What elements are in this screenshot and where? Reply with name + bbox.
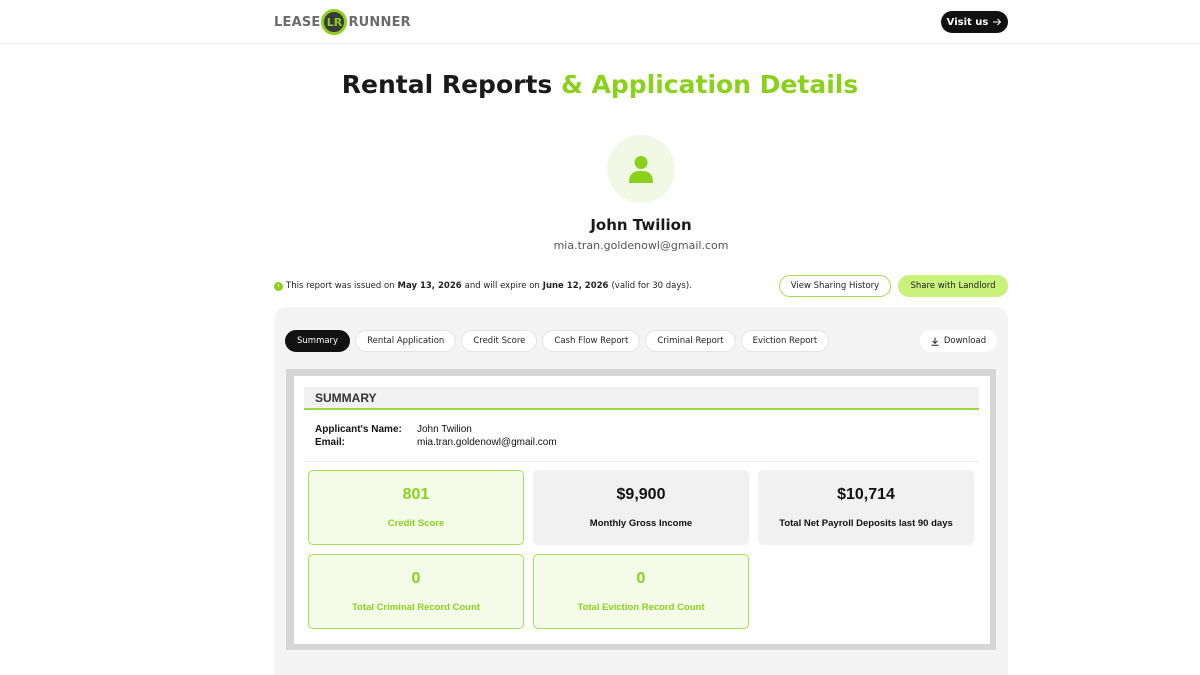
summary-document[interactable]: SUMMARY Applicant's Name: John Twilion E… (294, 376, 990, 644)
report-validity-notice: This report was issued on May 13, 2026 a… (274, 281, 692, 291)
download-button[interactable]: Download (920, 330, 997, 352)
criminal-record-caption: Total Criminal Record Count (351, 602, 481, 613)
email-label: Email: (315, 437, 346, 448)
tab-cash-flow-report[interactable]: Cash Flow Report (542, 330, 641, 352)
page-title-main: Rental Reports (341, 70, 553, 99)
criminal-record-value: 0 (411, 570, 421, 587)
logo-text-left: LEASE (274, 14, 321, 30)
applicant-email: mia.tran.goldenowl@gmail.com (553, 239, 729, 252)
criminal-record-card: 0 Total Criminal Record Count (308, 554, 524, 629)
tab-rental-application[interactable]: Rental Application (355, 330, 457, 352)
report-tabs: Summary Rental Application Credit Score … (285, 330, 830, 352)
logo-text-right: RUNNER (348, 14, 411, 30)
credit-score-value: 801 (402, 486, 430, 503)
page-title: Rental Reports & Application Details (0, 70, 1200, 99)
issued-date: May 13, 2026 (397, 281, 462, 291)
tab-eviction-report[interactable]: Eviction Report (740, 330, 830, 352)
notice-middle: and will expire on (464, 281, 540, 291)
visit-us-label: Visit us (946, 16, 989, 28)
logo-mark-icon: LR (321, 9, 348, 35)
monthly-income-card: $9,900 Monthly Gross Income (533, 470, 749, 545)
applicant-name-label: Applicant's Name: (315, 424, 402, 435)
view-sharing-history-button[interactable]: View Sharing History (779, 275, 891, 297)
monthly-income-value: $9,900 (616, 486, 666, 503)
summary-heading: SUMMARY (304, 387, 979, 410)
avatar (607, 135, 675, 203)
download-label: Download (943, 336, 987, 346)
visit-us-button[interactable]: Visit us (941, 11, 1008, 33)
top-header: LEASE LR RUNNER Visit us (0, 0, 1200, 44)
monthly-income-caption: Monthly Gross Income (589, 518, 693, 529)
credit-score-caption: Credit Score (387, 518, 445, 529)
payroll-deposits-caption: Total Net Payroll Deposits last 90 days (779, 518, 953, 529)
tab-credit-score[interactable]: Credit Score (461, 330, 538, 352)
eviction-record-value: 0 (636, 570, 646, 587)
credit-score-card: 801 Credit Score (308, 470, 524, 545)
expiry-date: June 12, 2026 (542, 281, 609, 291)
share-with-landlord-button[interactable]: Share with Landlord (898, 275, 1008, 297)
email-value: mia.tran.goldenowl@gmail.com (417, 437, 557, 448)
eviction-record-card: 0 Total Eviction Record Count (533, 554, 749, 629)
page-title-accent: & Application Details (561, 70, 859, 99)
download-icon (931, 337, 939, 346)
eviction-record-caption: Total Eviction Record Count (577, 602, 705, 613)
lease-runner-logo[interactable]: LEASE LR RUNNER (274, 9, 411, 35)
arrow-right-icon (993, 18, 1002, 26)
applicant-name-value: John Twilion (417, 424, 472, 435)
tab-criminal-report[interactable]: Criminal Report (645, 330, 736, 352)
applicant-name: John Twilion (590, 216, 692, 234)
summary-divider (304, 461, 979, 462)
notice-prefix: This report was issued on (286, 281, 395, 291)
payroll-deposits-card: $10,714 Total Net Payroll Deposits last … (758, 470, 974, 545)
tab-summary[interactable]: Summary (285, 330, 351, 352)
payroll-deposits-value: $10,714 (837, 486, 895, 503)
notice-suffix: (valid for 30 days). (611, 281, 692, 291)
user-icon (629, 156, 653, 183)
clock-icon (274, 281, 283, 291)
